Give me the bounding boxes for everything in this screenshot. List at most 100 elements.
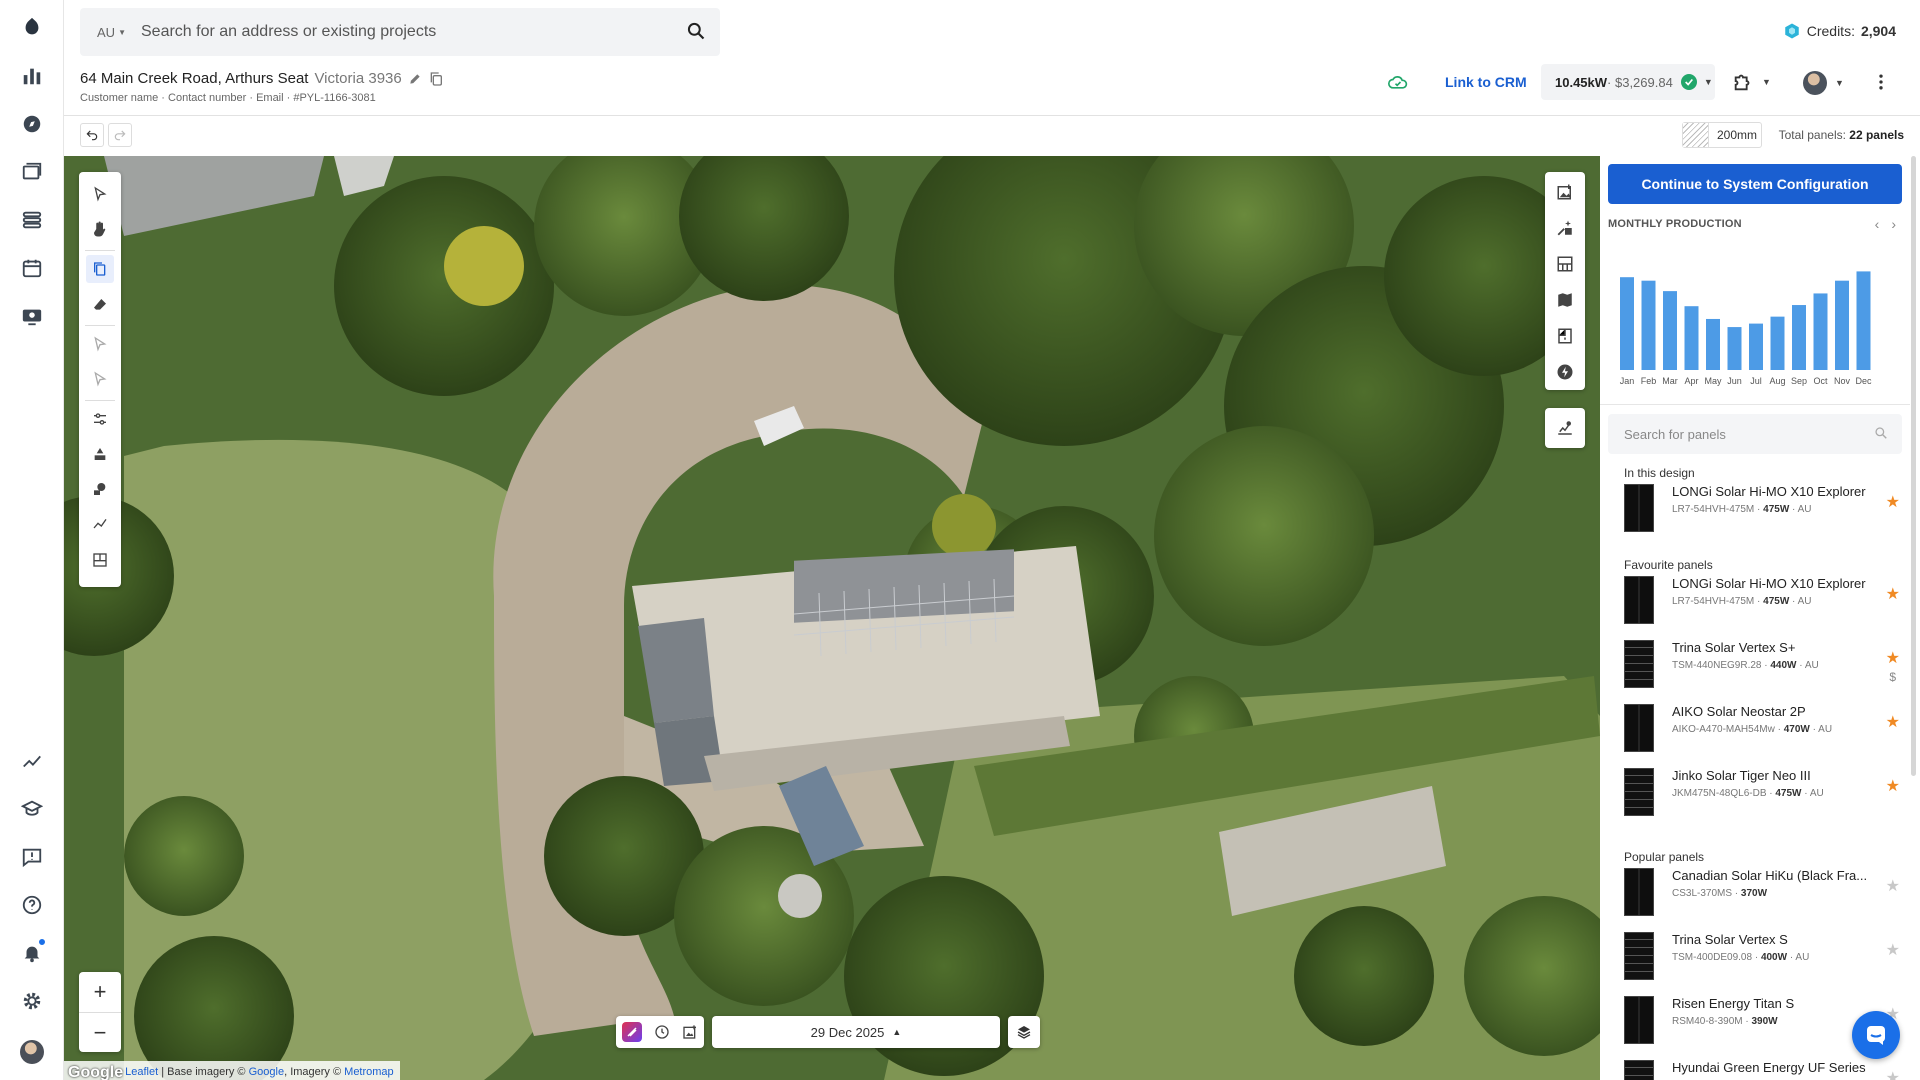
edit-pencil-icon[interactable] [408,72,422,86]
monitor-icon[interactable] [19,303,45,329]
projects-folder-icon[interactable] [19,159,45,185]
analytics-icon[interactable] [19,748,45,774]
panel-thumbnail [1624,576,1654,624]
panel-thumbnail [1624,640,1654,688]
project-meta[interactable]: Customer name · Contact number · Email ·… [80,92,376,104]
add-image-icon[interactable] [682,1024,698,1040]
dashboard-icon[interactable] [19,63,45,89]
favourite-star-icon[interactable]: ★ [1886,712,1900,732]
select-row-icon[interactable] [86,365,114,393]
plan-view-icon[interactable] [1551,322,1579,350]
explore-compass-icon[interactable] [19,111,45,137]
line-draw-icon[interactable] [86,510,114,538]
metromap-link[interactable]: Metromap [344,1066,394,1078]
redo-button[interactable] [108,123,132,147]
chevron-down-icon: ▼ [1835,78,1844,88]
image-export-icon[interactable] [1551,178,1579,206]
search-icon[interactable] [686,21,706,41]
select-pointer-icon[interactable] [86,180,114,208]
shading-chart-icon[interactable] [1551,414,1579,442]
section-in-this-design: In this design [1624,466,1695,480]
settings-gear-icon[interactable] [19,988,45,1014]
layout-grid-icon[interactable] [1551,250,1579,278]
panel-search-field[interactable]: Search for panels [1608,414,1902,454]
star-outline-icon[interactable]: ★ [1886,940,1900,960]
database-icon[interactable] [19,207,45,233]
eraser-icon[interactable] [86,291,114,319]
link-to-crm-button[interactable]: Link to CRM [1445,74,1527,90]
bar-apr[interactable] [1684,306,1699,370]
bar-feb[interactable] [1641,280,1656,370]
zoom-in-button[interactable]: + [79,972,121,1012]
bar-jul[interactable] [1749,323,1763,370]
panel-item[interactable]: LONGi Solar Hi-MO X10 Explorer LR7-54HVH-… [1624,484,1906,536]
panel-specs: RSM40-8-390M · 390W [1672,1016,1778,1027]
chevron-left-icon[interactable]: ‹ [1875,216,1880,232]
bar-sep[interactable] [1792,305,1806,370]
panel-item[interactable]: Trina Solar Vertex S+ TSM-440NEG9R.28 · 4… [1624,640,1906,692]
layers-button[interactable] [1008,1016,1040,1048]
map-view-icon[interactable] [1551,286,1579,314]
panel-placement-icon[interactable] [86,255,114,283]
tree-obstruction-icon[interactable] [86,475,114,503]
map-tools-panel [1545,172,1585,390]
bar-oct[interactable] [1813,293,1828,370]
thickness-value: 200mm [1717,128,1758,142]
sidebar-scrollbar[interactable] [1911,156,1916,776]
google-logo: Google [68,1064,124,1080]
panel-item[interactable]: AIKO Solar Neostar 2P AIKO-A470-MAH54Mw ·… [1624,704,1906,756]
favourite-star-icon[interactable]: ★ [1886,776,1900,796]
chevron-right-icon[interactable]: › [1891,216,1896,232]
google-link[interactable]: Google [249,1066,284,1078]
panel-item[interactable]: Hyundai Green Energy UF Series ★ [1624,1060,1906,1080]
panel-item[interactable]: Trina Solar Vertex S TSM-400DE09.08 · 400… [1624,932,1906,984]
shapes-icon[interactable] [86,440,114,468]
measure-icon[interactable] [86,546,114,574]
region-select[interactable]: AU ▼ [97,25,133,40]
pan-hand-icon[interactable] [86,215,114,243]
calendar-icon[interactable] [19,255,45,281]
bar-mar[interactable] [1663,291,1677,370]
satellite-map[interactable] [64,156,1600,1080]
learning-cap-icon[interactable] [19,796,45,822]
more-vertical-icon[interactable] [1871,72,1891,92]
user-menu[interactable]: ▼ [1803,71,1844,95]
panel-item[interactable]: Jinko Solar Tiger Neo III JKM475N-48QL6-D… [1624,768,1906,820]
help-icon[interactable] [19,892,45,918]
imagery-date-selector[interactable]: 29 Dec 2025 ▲ [712,1016,1000,1048]
panel-item[interactable]: LONGi Solar Hi-MO X10 Explorer LR7-54HVH-… [1624,576,1906,628]
energy-bolt-icon[interactable] [1551,358,1579,386]
user-avatar[interactable] [19,1039,45,1065]
zoom-out-button[interactable]: − [79,1012,121,1052]
favourite-star-icon[interactable]: ★ [1886,584,1900,604]
feedback-icon[interactable] [19,844,45,870]
adjust-sliders-icon[interactable] [86,405,114,433]
bar-dec[interactable] [1856,271,1871,370]
continue-to-system-configuration-button[interactable]: Continue to System Configuration [1608,164,1902,204]
integrations-menu[interactable]: ▼ [1732,71,1771,93]
bar-may[interactable] [1706,318,1720,370]
panel-specs: AIKO-A470-MAH54Mw · 470W · AU [1672,724,1833,735]
panel-thickness-control[interactable]: 200mm [1682,122,1762,148]
system-summary-dropdown[interactable]: 10.45kW · $3,269.84 ▼ [1541,64,1715,100]
bar-aug[interactable] [1770,316,1785,370]
imagery-source-icon[interactable] [622,1022,642,1042]
auto-design-icon[interactable] [1551,214,1579,242]
copy-icon[interactable] [428,71,444,87]
brand-logo-icon[interactable] [19,14,45,40]
favourite-star-icon[interactable]: ★ [1886,648,1900,668]
select-area-icon[interactable] [86,330,114,358]
notifications-bell-icon[interactable] [19,937,47,966]
panel-item[interactable]: Canadian Solar HiKu (Black Fra... CS3L-37… [1624,868,1906,920]
star-outline-icon[interactable]: ★ [1886,876,1900,896]
history-clock-icon[interactable] [654,1024,670,1040]
bar-jun[interactable] [1727,327,1742,370]
bar-jan[interactable] [1620,277,1634,370]
chat-support-button[interactable] [1852,1011,1900,1059]
bar-nov[interactable] [1835,280,1849,370]
address-search-input[interactable] [141,23,661,41]
star-outline-icon[interactable]: ★ [1886,1068,1900,1080]
leaflet-link[interactable]: Leaflet [125,1066,158,1078]
undo-button[interactable] [80,123,104,147]
favourite-star-icon[interactable]: ★ [1886,492,1900,512]
